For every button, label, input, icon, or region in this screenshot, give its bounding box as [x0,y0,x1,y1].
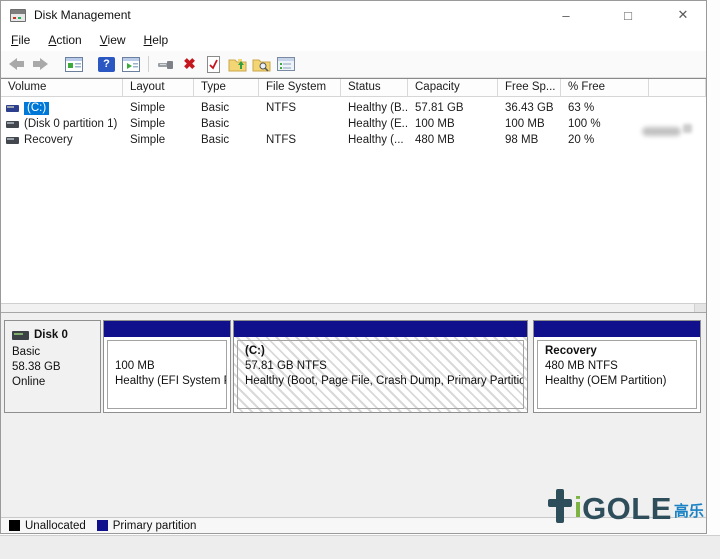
properties-icon[interactable] [274,53,297,75]
partition-recovery[interactable]: Recovery 480 MB NTFS Healthy (OEM Partit… [533,320,701,413]
column-header-type[interactable]: Type [194,79,259,96]
table-row-recovery[interactable]: Recovery Simple Basic NTFS Healthy (... … [1,132,706,148]
higole-chinese: 高乐 [674,500,704,521]
column-header-free-space[interactable]: Free Sp... [498,79,561,96]
partition-status: Healthy (OEM Partition) [545,374,689,389]
menu-file[interactable]: File [2,30,39,50]
unallocated-swatch [9,520,20,531]
menu-help[interactable]: Help [135,30,178,50]
volume-name: Recovery [24,134,73,146]
volume-name-selected: (C:) [24,102,49,115]
column-header-percent-free[interactable]: % Free [561,79,649,96]
menu-view[interactable]: View [91,30,135,50]
desktop-strip [0,535,720,559]
primary-partition-swatch [97,520,108,531]
column-header-file-system[interactable]: File System [259,79,341,96]
volume-icon [6,105,19,112]
volume-icon [6,137,19,144]
menu-bar: File Action View Help [1,29,706,51]
console-window-icon[interactable] [62,53,85,75]
volume-table-header: Volume Layout Type File System Status Ca… [1,78,706,97]
back-icon[interactable] [5,53,28,75]
close-button[interactable]: ✕ [660,1,706,29]
column-header-volume[interactable]: Volume [1,79,123,96]
console-show-icon[interactable] [119,53,142,75]
app-icon [10,9,26,22]
title-bar: Disk Management – □ ✕ [1,1,706,29]
menu-action[interactable]: Action [39,30,90,50]
screen: Disk Management – □ ✕ File Action View H… [0,0,720,559]
column-header-status[interactable]: Status [341,79,408,96]
partition-color-bar [104,321,230,337]
window-title: Disk Management [34,8,131,22]
higole-watermark: i GOLE 高乐 [548,489,704,523]
disk-name: Disk 0 [34,328,68,343]
delete-volume-icon[interactable]: ✖ [178,53,201,75]
partition-name: (C:) [245,344,516,359]
partition-c-selected[interactable]: (C:) 57.81 GB NTFS Healthy (Boot, Page F… [233,320,528,413]
partition-color-bar [534,321,700,337]
horizontal-scrollbar[interactable] [1,303,706,313]
table-row-partition1[interactable]: (Disk 0 partition 1) Simple Basic Health… [1,116,706,132]
disk-size: 58.38 GB [12,360,93,375]
partition-size: 480 MB NTFS [545,359,689,374]
partition-size: 57.81 GB NTFS [245,359,516,374]
partition-efi[interactable]: 100 MB Healthy (EFI System Pa [103,320,231,413]
redacted-text [683,124,692,133]
disk-management-window: Disk Management – □ ✕ File Action View H… [0,0,707,534]
table-row-c[interactable]: (C:) Simple Basic NTFS Healthy (B... 57.… [1,100,706,116]
scan-tool-icon[interactable] [154,53,177,75]
folder-up-icon[interactable] [226,53,249,75]
column-header-capacity[interactable]: Capacity [408,79,498,96]
forward-icon[interactable] [29,53,52,75]
check-document-icon[interactable] [202,53,225,75]
disk-status: Online [12,375,93,390]
disk-type: Basic [12,345,93,360]
higole-plus-icon [548,489,572,523]
column-header-layout[interactable]: Layout [123,79,194,96]
disk-0-row: Disk 0 Basic 58.38 GB Online 100 MB Heal… [1,320,706,413]
maximize-button[interactable]: □ [605,1,651,29]
folder-search-icon[interactable] [250,53,273,75]
redacted-text [642,127,681,136]
scrollbar-corner [694,304,706,312]
minimize-button[interactable]: – [543,1,589,29]
disk-icon [12,331,29,340]
legend-primary-label: Primary partition [113,520,197,532]
partition-status: Healthy (EFI System Pa [115,374,219,389]
partition-status: Healthy (Boot, Page File, Crash Dump, Pr… [245,374,516,389]
partition-color-bar [234,321,527,337]
disk-graphical-pane: Disk 0 Basic 58.38 GB Online 100 MB Heal… [1,313,706,517]
legend-unallocated-label: Unallocated [25,520,86,532]
volume-name: (Disk 0 partition 1) [24,118,117,130]
disk-0-label-panel[interactable]: Disk 0 Basic 58.38 GB Online [4,320,101,413]
higole-i: i [574,495,582,523]
partition-size: 100 MB [115,359,219,374]
volume-icon [6,121,19,128]
help-icon[interactable]: ? [95,53,118,75]
toolbar-separator [148,56,149,72]
volume-list: (C:) Simple Basic NTFS Healthy (B... 57.… [1,97,706,303]
partition-name: Recovery [545,344,689,359]
higole-wordmark: GOLE [582,495,672,523]
toolbar: ? ✖ [1,51,706,78]
partition-name [115,344,219,359]
column-header-empty [649,79,706,96]
